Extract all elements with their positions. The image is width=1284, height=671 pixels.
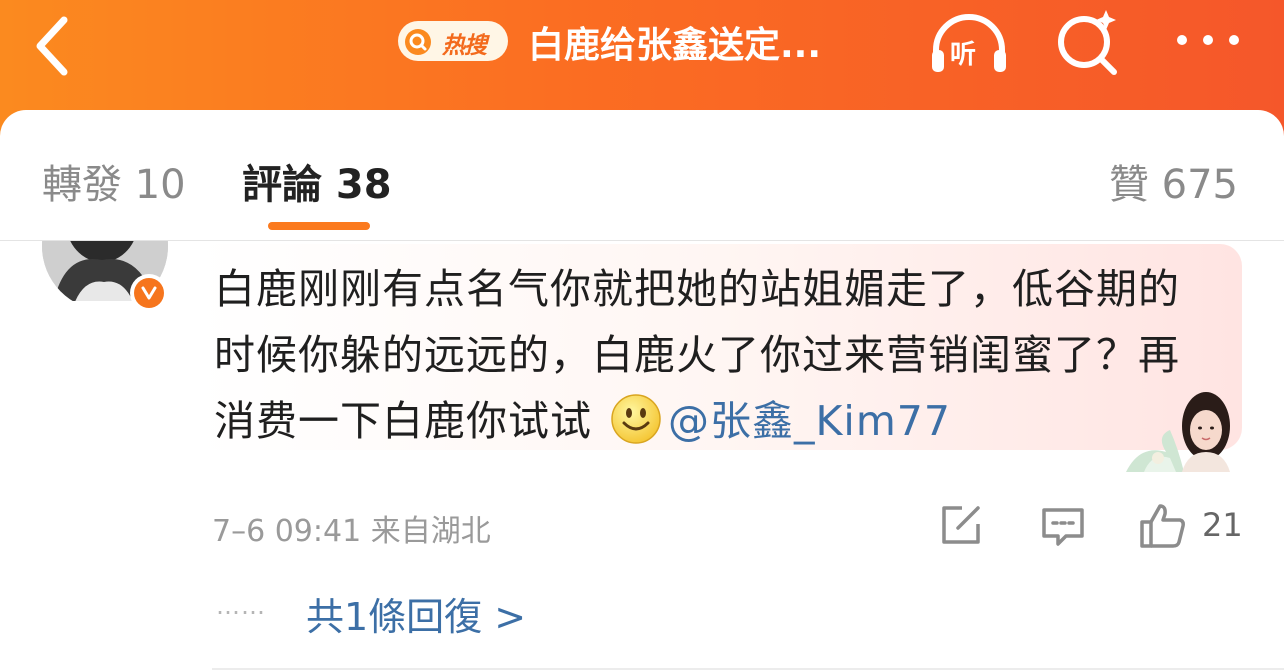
like-button[interactable]: [1138, 502, 1185, 548]
more-button[interactable]: [1170, 24, 1246, 56]
tab-likes[interactable]: 贊 675: [1109, 152, 1238, 210]
listen-button[interactable]: 听: [928, 10, 1010, 76]
comment-divider: [212, 668, 1284, 670]
tab-repost[interactable]: 轉發 10: [42, 152, 186, 210]
listen-label: 听: [950, 40, 977, 70]
like-count: 21: [1202, 506, 1243, 544]
verified-badge: [130, 274, 168, 312]
thumbs-up-icon: [1140, 504, 1185, 548]
search-button[interactable]: [1052, 6, 1124, 76]
mention-link[interactable]: @张鑫_Kim77: [668, 397, 951, 445]
active-tab-indicator: [268, 222, 370, 230]
view-replies-link[interactable]: 共1條回復 >: [306, 586, 526, 641]
back-button[interactable]: [26, 6, 86, 76]
more-dots-icon: [1177, 35, 1239, 45]
smiley-icon: [611, 394, 661, 444]
tab-comments[interactable]: 評論 38: [242, 152, 392, 210]
hot-search-badge[interactable]: 热搜: [398, 21, 508, 61]
share-icon: [942, 506, 980, 544]
reply-button[interactable]: [1040, 502, 1086, 548]
hot-search-label: 热搜: [442, 33, 487, 59]
comment-icon: [1042, 508, 1084, 546]
topic-title: 白鹿给张鑫送定...: [528, 25, 822, 66]
comment-body: 白鹿刚刚有点名气你就把她的站姐媚走了，低谷期的时候你躲的远远的，白鹿火了你过来营…: [214, 256, 1214, 454]
comment-meta: 7–6 09:41 来自湖北: [212, 514, 491, 549]
bubble-decoration-avatar: [1126, 392, 1230, 472]
reply-dots: ……: [216, 592, 266, 620]
chevron-left-icon: [36, 16, 68, 76]
v-badge-icon: [141, 286, 157, 300]
search-icon: [405, 29, 431, 55]
search-sparkle-icon: [1058, 10, 1117, 75]
share-button[interactable]: [938, 502, 984, 548]
